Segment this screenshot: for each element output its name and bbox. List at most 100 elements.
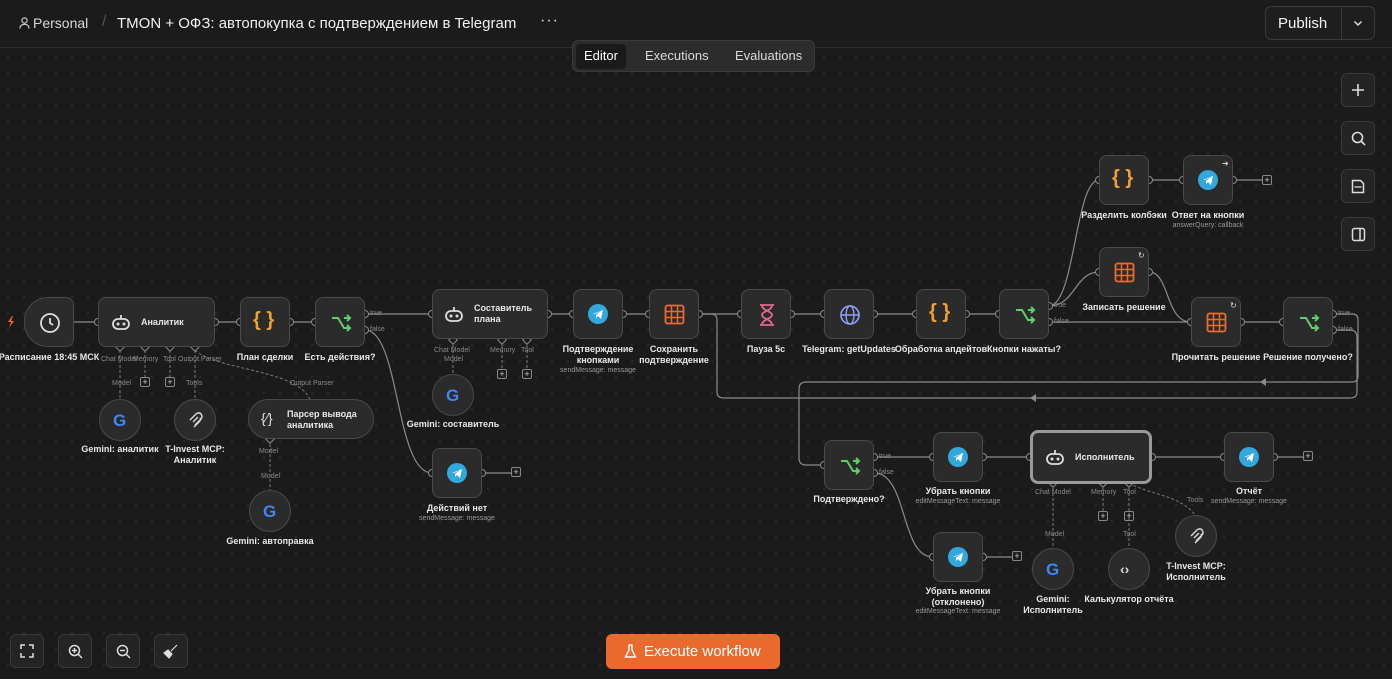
execute-workflow-label: Execute workflow xyxy=(644,643,761,660)
telegram-icon xyxy=(1198,170,1218,190)
node-gemini-autofix[interactable]: G xyxy=(249,490,291,532)
node-confirm-buttons-sub: sendMessage: message xyxy=(560,367,636,374)
node-tinvest-analyst[interactable] xyxy=(174,399,216,441)
node-no-actions-label: Действий нет xyxy=(426,503,488,513)
node-answer-buttons-label: Ответ на кнопки xyxy=(1171,210,1245,220)
node-split-callbacks[interactable]: { } xyxy=(1099,155,1149,205)
search-nodes-button[interactable] xyxy=(1341,121,1375,155)
node-buttons-pressed[interactable] xyxy=(999,289,1049,339)
node-analyst[interactable]: Аналитик xyxy=(98,297,215,347)
node-no-actions[interactable] xyxy=(432,448,482,498)
workspace-name: Personal xyxy=(33,15,89,31)
node-has-actions-label: Есть действия? xyxy=(304,352,376,362)
node-calculator[interactable]: ‹› xyxy=(1108,548,1150,590)
port-model: Model xyxy=(112,380,132,387)
node-plan[interactable]: { } xyxy=(240,297,290,347)
if-branch-icon xyxy=(1016,306,1036,324)
add-memory-button[interactable]: + xyxy=(1098,511,1108,521)
node-write-decision-label: Записать решение xyxy=(1082,302,1166,312)
sync-icon: ↻ xyxy=(1230,301,1237,310)
tab-executions[interactable]: Executions xyxy=(637,44,717,69)
node-composer[interactable]: Составитель плана xyxy=(432,289,548,339)
execute-workflow-button[interactable]: Execute workflow xyxy=(606,634,780,669)
note-icon xyxy=(1351,179,1365,193)
mcp-icon xyxy=(1190,528,1204,544)
node-split-callbacks-label: Разделить колбэки xyxy=(1081,210,1167,220)
more-options-button[interactable]: ··· xyxy=(540,12,559,30)
port-chat-model: Chat Model xyxy=(434,347,470,354)
arrow-right-icon: ➜ xyxy=(1222,159,1229,168)
globe-icon xyxy=(840,305,860,325)
node-report[interactable] xyxy=(1224,432,1274,482)
flask-icon xyxy=(624,644,637,658)
node-remove-buttons-rejected[interactable] xyxy=(933,532,983,582)
add-next-node-button[interactable]: + xyxy=(1303,451,1313,461)
add-tool-button[interactable]: + xyxy=(1124,511,1134,521)
node-write-decision[interactable]: ↻ xyxy=(1099,247,1149,297)
node-gemini-autofix-label: Gemini: автоправка xyxy=(226,536,314,546)
tab-editor[interactable]: Editor xyxy=(576,44,626,69)
node-gemini-composer[interactable]: G xyxy=(432,374,474,416)
add-next-node-button[interactable]: + xyxy=(1012,551,1022,561)
workflow-title[interactable]: TMON + ОФЗ: автопокупка с подтверждением… xyxy=(117,15,516,32)
add-memory-button[interactable]: + xyxy=(140,377,150,387)
node-tinvest-analyst-label: T-Invest MCP: Аналитик xyxy=(165,444,225,465)
add-tool-button[interactable]: + xyxy=(522,369,532,379)
tidy-up-button[interactable] xyxy=(154,634,188,668)
user-icon xyxy=(19,17,30,29)
node-answer-buttons[interactable]: ➜ xyxy=(1183,155,1233,205)
sticky-note-button[interactable] xyxy=(1341,169,1375,203)
node-save-confirm[interactable] xyxy=(649,289,699,339)
node-parser[interactable]: {⁄} Парсер вывода аналитика xyxy=(248,399,374,439)
breadcrumb-separator: / xyxy=(102,13,107,30)
publish-divider xyxy=(1341,7,1342,39)
node-confirmed[interactable] xyxy=(824,440,874,490)
node-confirmed-label: Подтверждено? xyxy=(813,494,885,504)
port-output-parser-2: Output Parser xyxy=(290,380,334,387)
if-branch-icon xyxy=(841,457,861,475)
node-process-updates-label: Обработка апдейтов xyxy=(894,344,988,354)
chevron-down-icon[interactable] xyxy=(1352,17,1364,29)
node-executor-label: Исполнитель xyxy=(1075,452,1135,462)
node-schedule[interactable] xyxy=(24,297,74,347)
node-confirm-buttons[interactable] xyxy=(573,289,623,339)
add-next-node-button[interactable]: + xyxy=(1262,175,1272,185)
node-get-updates[interactable] xyxy=(824,289,874,339)
publish-button[interactable]: Publish xyxy=(1278,15,1327,32)
google-icon: G xyxy=(446,386,460,405)
port-memory: Memory xyxy=(1091,489,1117,496)
table-icon xyxy=(1206,312,1227,333)
port-chat-model: Chat Model xyxy=(1035,489,1071,496)
add-memory-button[interactable]: + xyxy=(497,369,507,379)
table-icon xyxy=(1114,262,1135,283)
toggle-panel-button[interactable] xyxy=(1341,217,1375,251)
node-pause[interactable] xyxy=(741,289,791,339)
node-executor[interactable]: Исполнитель xyxy=(1030,430,1152,484)
node-process-updates[interactable]: { } xyxy=(916,289,966,339)
google-icon: G xyxy=(113,411,127,430)
clock-icon xyxy=(40,313,60,333)
port-model-parser-2: Model xyxy=(261,473,281,480)
add-next-node-button[interactable]: + xyxy=(511,467,521,477)
node-gemini-executor[interactable]: G xyxy=(1032,548,1074,590)
if-branch-icon xyxy=(1300,314,1320,332)
node-read-decision[interactable]: ↻ xyxy=(1191,297,1241,347)
add-node-button[interactable] xyxy=(1341,73,1375,107)
node-decision-received[interactable] xyxy=(1283,297,1333,347)
port-false: false xyxy=(1054,318,1069,325)
node-pause-label: Пауза 5с xyxy=(746,344,786,354)
tab-evaluations[interactable]: Evaluations xyxy=(727,44,810,69)
add-tool-button[interactable]: + xyxy=(165,377,175,387)
node-has-actions[interactable] xyxy=(315,297,365,347)
zoom-in-button[interactable] xyxy=(58,634,92,668)
google-icon: G xyxy=(263,502,277,521)
fit-view-button[interactable] xyxy=(10,634,44,668)
node-tinvest-executor[interactable] xyxy=(1175,515,1217,557)
zoom-out-button[interactable] xyxy=(106,634,140,668)
port-tool: Tool xyxy=(1123,489,1136,496)
node-read-decision-label: Прочитать решение xyxy=(1171,352,1261,362)
workspace-breadcrumb[interactable]: Personal xyxy=(19,15,88,31)
node-remove-buttons[interactable] xyxy=(933,432,983,482)
port-true: true xyxy=(1338,310,1351,317)
node-gemini-analyst[interactable]: G xyxy=(99,399,141,441)
